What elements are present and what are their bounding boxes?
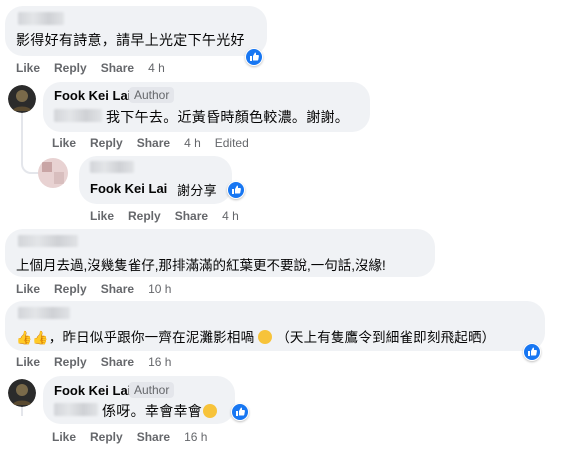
author-badge: Author	[129, 87, 175, 103]
thread-curve	[21, 150, 39, 174]
like-button[interactable]: Like	[90, 209, 114, 223]
like-icon	[232, 404, 248, 420]
edited-label[interactable]: Edited	[215, 136, 249, 150]
like-icon	[228, 182, 244, 198]
thread-line	[21, 112, 23, 152]
share-button[interactable]: Share	[137, 136, 170, 150]
redacted-name	[18, 12, 64, 25]
like-button[interactable]: Like	[16, 282, 40, 296]
timestamp[interactable]: 4 h	[148, 61, 165, 75]
comment-text: 上個月去過,沒幾隻雀仔,那排滿滿的紅葉更不要說,一句話,沒緣!	[16, 258, 386, 273]
comment-actions: Like Reply Share 4 h Edited	[52, 136, 249, 150]
thumbs-up-emoji: 👍👍	[16, 330, 49, 345]
like-button[interactable]: Like	[52, 136, 76, 150]
avatar[interactable]	[8, 85, 36, 113]
like-reaction-badge[interactable]	[227, 181, 245, 199]
reply-button[interactable]: Reply	[54, 355, 87, 369]
timestamp[interactable]: 4 h	[184, 136, 201, 150]
redacted-name	[18, 235, 78, 247]
reply-button[interactable]: Reply	[54, 282, 87, 296]
author-name[interactable]: Fook Kei Lai	[90, 181, 167, 196]
share-button[interactable]: Share	[137, 430, 170, 444]
reply-button[interactable]: Reply	[54, 61, 87, 75]
comment-text: 係呀。幸會幸會	[102, 401, 218, 421]
comment-actions: Like Reply Share 10 h	[16, 282, 185, 296]
share-button[interactable]: Share	[101, 61, 134, 75]
like-reaction-badge[interactable]	[245, 48, 263, 66]
comment-text: 影得好有詩意，請早上光定下午光好	[16, 32, 245, 48]
like-button[interactable]: Like	[52, 430, 76, 444]
redacted-mention	[54, 109, 102, 122]
reply-button[interactable]: Reply	[90, 136, 123, 150]
like-icon	[246, 49, 262, 65]
comment-text: 👍👍，昨日似乎跟你一齊在泥灘影相喎 （天上有隻鷹令到細雀即刻飛起晒）	[16, 330, 496, 345]
like-reaction-badge[interactable]	[523, 343, 541, 361]
author-badge: Author	[129, 382, 175, 398]
comment-text: 我下午去。近黃昏時顏色較濃。謝謝。	[106, 109, 350, 125]
share-button[interactable]: Share	[101, 282, 134, 296]
like-button[interactable]: Like	[16, 61, 40, 75]
author-name[interactable]: Fook Kei Lai	[54, 383, 131, 398]
like-reaction-badge[interactable]	[231, 403, 249, 421]
timestamp[interactable]: 4 h	[222, 209, 239, 223]
avatar[interactable]	[8, 379, 36, 407]
comment-actions: Like Reply Share 4 h	[16, 61, 179, 75]
comment-text: 謝分享	[177, 183, 217, 198]
grinning-emoji	[258, 330, 273, 344]
thread-line	[21, 406, 23, 416]
avatar-image	[8, 85, 36, 113]
reply-button[interactable]: Reply	[128, 209, 161, 223]
timestamp[interactable]: 16 h	[184, 430, 207, 444]
comment-actions: Like Reply Share 4 h	[90, 209, 253, 223]
avatar[interactable]	[38, 158, 68, 188]
share-button[interactable]: Share	[175, 209, 208, 223]
timestamp[interactable]: 16 h	[148, 355, 171, 369]
redacted-name	[90, 161, 134, 173]
comment-actions: Like Reply Share 16 h	[16, 355, 185, 369]
comment-actions: Like Reply Share 16 h	[52, 430, 221, 444]
like-button[interactable]: Like	[16, 355, 40, 369]
reply-button[interactable]: Reply	[90, 430, 123, 444]
avatar-image	[38, 158, 68, 188]
redacted-name	[18, 307, 70, 319]
like-icon	[524, 344, 540, 360]
author-name[interactable]: Fook Kei Lai	[54, 88, 131, 103]
laughing-emoji	[203, 404, 218, 418]
redacted-mention	[54, 403, 98, 416]
avatar-image	[8, 379, 36, 407]
timestamp[interactable]: 10 h	[148, 282, 171, 296]
share-button[interactable]: Share	[101, 355, 134, 369]
